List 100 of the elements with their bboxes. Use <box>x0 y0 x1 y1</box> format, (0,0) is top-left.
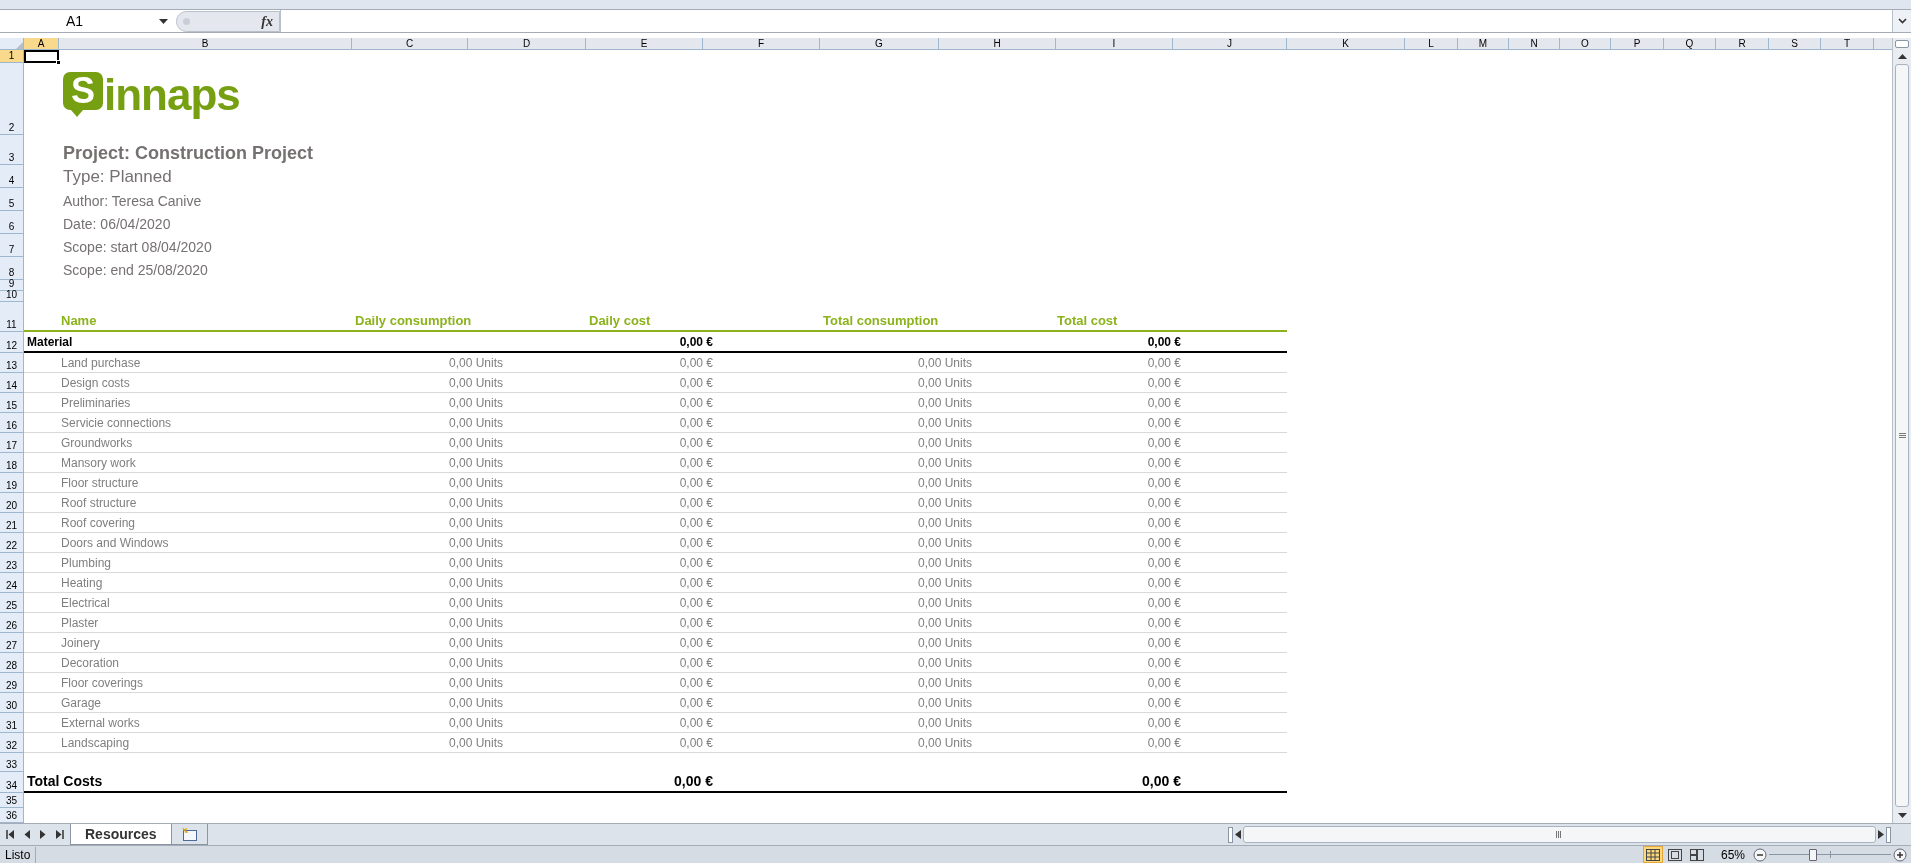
row-header[interactable]: 34 <box>0 772 24 793</box>
column-header[interactable]: B <box>59 38 352 50</box>
table-cell-text: 0,00 Units <box>917 435 972 452</box>
split-handle[interactable] <box>1886 826 1891 843</box>
row-header[interactable]: 30 <box>0 693 24 713</box>
row-header[interactable]: 6 <box>0 211 24 234</box>
column-header[interactable]: M <box>1458 38 1509 50</box>
column-header[interactable]: Q <box>1664 38 1716 50</box>
table-cell-text: 0,00 Units <box>448 575 503 592</box>
row-header[interactable]: 29 <box>0 673 24 693</box>
row-header[interactable]: 24 <box>0 573 24 593</box>
column-header[interactable]: J <box>1173 38 1287 50</box>
column-heading: Daily cost <box>589 312 651 330</box>
column-header[interactable]: S <box>1769 38 1821 50</box>
row-header[interactable]: 32 <box>0 733 24 753</box>
zoom-thumb[interactable] <box>1808 848 1817 861</box>
row-header[interactable]: 9 <box>0 280 24 291</box>
resource-name: External works <box>61 715 140 732</box>
table-cell-text: 0,00 Units <box>917 735 972 752</box>
vertical-scrollbar[interactable] <box>1892 38 1911 823</box>
row-header[interactable]: 35 <box>0 793 24 808</box>
zoom-level[interactable]: 65% <box>1720 845 1745 863</box>
row-header[interactable]: 31 <box>0 713 24 733</box>
table-cell-text: 0,00 Units <box>917 695 972 712</box>
resource-name: Servicie connections <box>61 415 172 432</box>
selected-cell[interactable] <box>24 50 59 63</box>
table-cell-text: 0,00 Units <box>917 455 972 472</box>
row-header[interactable]: 18 <box>0 453 24 473</box>
column-header[interactable]: T <box>1821 38 1874 50</box>
column-header[interactable]: N <box>1509 38 1560 50</box>
table-cell-text: 0,00 € <box>1147 675 1181 692</box>
row-header[interactable]: 15 <box>0 393 24 413</box>
column-header[interactable]: H <box>939 38 1056 50</box>
row-header[interactable]: 19 <box>0 473 24 493</box>
column-header[interactable]: A <box>24 38 59 50</box>
row-header[interactable]: 3 <box>0 135 24 165</box>
row-header[interactable]: 20 <box>0 493 24 513</box>
grip-icon <box>1556 831 1563 838</box>
table-cell-text: 0,00 € <box>679 415 713 432</box>
column-header[interactable]: K <box>1287 38 1405 50</box>
table-cell-text: 0,00 € <box>679 455 713 472</box>
row-header[interactable]: 33 <box>0 753 24 772</box>
row-header[interactable]: 26 <box>0 613 24 633</box>
fill-handle[interactable] <box>56 60 61 65</box>
expand-formula-button[interactable] <box>1892 10 1911 32</box>
previous-sheet-icon[interactable] <box>23 830 31 839</box>
row-header[interactable]: 28 <box>0 653 24 673</box>
row-header[interactable]: 27 <box>0 633 24 653</box>
scroll-thumb[interactable] <box>1242 826 1876 843</box>
table-cell-text: 0,00 € <box>1147 495 1181 512</box>
column-header[interactable]: I <box>1056 38 1173 50</box>
column-header[interactable]: R <box>1716 38 1769 50</box>
name-box[interactable]: A1 <box>0 10 176 32</box>
row-header[interactable]: 5 <box>0 188 24 211</box>
row-header[interactable]: 21 <box>0 513 24 533</box>
table-cell-text: 0,00 € <box>679 355 713 372</box>
column-header[interactable]: E <box>586 38 703 50</box>
row-header[interactable]: 16 <box>0 413 24 433</box>
next-sheet-icon[interactable] <box>39 830 47 839</box>
last-sheet-icon[interactable] <box>54 830 64 839</box>
view-button[interactable] <box>1642 846 1663 863</box>
zoom-out-icon[interactable] <box>1753 847 1767 862</box>
column-header[interactable]: F <box>703 38 820 50</box>
resource-name: Roof structure <box>61 495 137 512</box>
split-handle[interactable] <box>1227 826 1233 843</box>
table-cell-text: 0,00 Units <box>448 455 503 472</box>
zoom-slider[interactable] <box>1769 847 1891 862</box>
row-header[interactable]: 13 <box>0 353 24 373</box>
insert-function-button[interactable]: fx <box>261 10 273 32</box>
grip-icon <box>1898 433 1906 438</box>
column-header[interactable]: D <box>468 38 586 50</box>
row-header[interactable]: 17 <box>0 433 24 453</box>
split-handle[interactable] <box>1895 40 1909 48</box>
row-header[interactable]: 2 <box>0 63 24 135</box>
row-header[interactable]: 1 <box>0 50 24 63</box>
column-header[interactable]: G <box>820 38 939 50</box>
scroll-thumb[interactable] <box>1895 64 1909 807</box>
first-sheet-icon[interactable] <box>6 830 16 839</box>
row-header[interactable]: 12 <box>0 332 24 353</box>
table-cell-text: 0,00 Units <box>917 415 972 432</box>
row-header[interactable]: 11 <box>0 302 24 332</box>
scroll-right-icon[interactable] <box>1878 830 1884 839</box>
row-header[interactable]: 22 <box>0 533 24 553</box>
row-header[interactable]: 8 <box>0 257 24 280</box>
row-header[interactable]: 7 <box>0 234 24 257</box>
column-header[interactable]: C <box>352 38 468 50</box>
row-header[interactable]: 10 <box>0 291 24 302</box>
table-cell-text: 0,00 Units <box>448 635 503 652</box>
zoom-in-icon[interactable] <box>1893 847 1907 862</box>
row-header[interactable]: 36 <box>0 808 24 823</box>
project-title: Project: Construction Project <box>63 142 314 165</box>
sheet-tab[interactable]: Resources <box>70 824 172 845</box>
column-header[interactable]: L <box>1405 38 1458 50</box>
row-header[interactable]: 14 <box>0 373 24 393</box>
row-header[interactable]: 23 <box>0 553 24 573</box>
table-cell-text: 0,00 € <box>679 475 713 492</box>
column-header[interactable]: P <box>1611 38 1664 50</box>
row-header[interactable]: 4 <box>0 165 24 188</box>
row-header[interactable]: 25 <box>0 593 24 613</box>
column-header[interactable]: O <box>1560 38 1611 50</box>
